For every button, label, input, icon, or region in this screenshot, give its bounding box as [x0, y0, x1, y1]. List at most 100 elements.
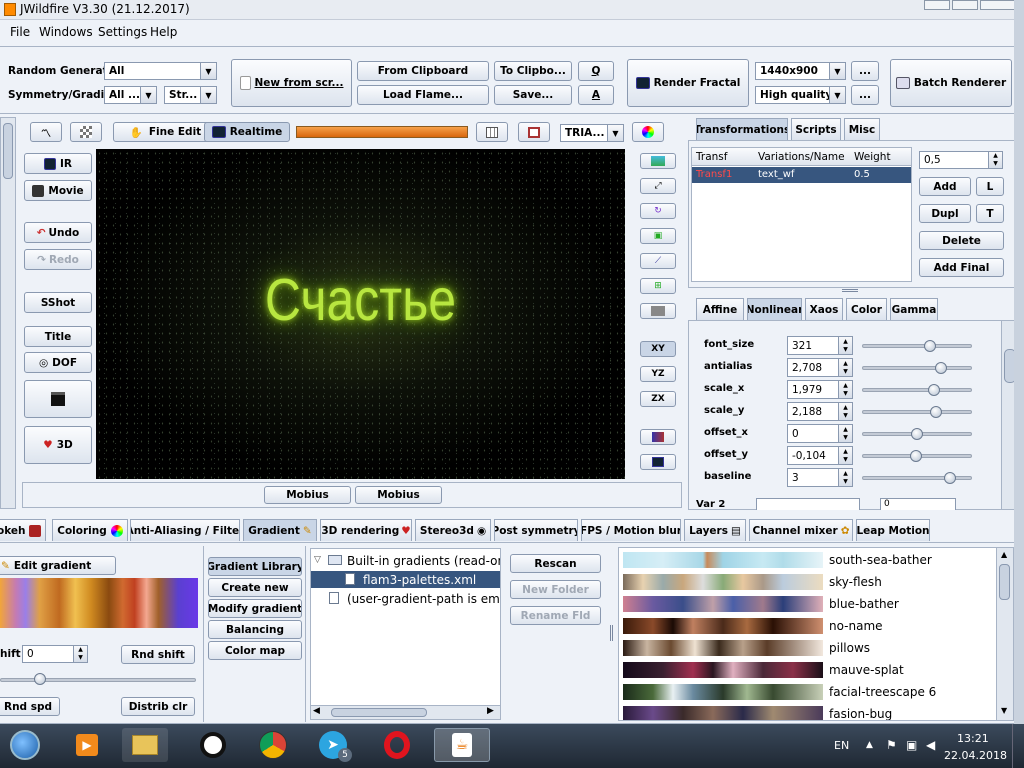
spinner-arrows-icon[interactable]: ▲ ▼ [838, 425, 852, 442]
palette-name[interactable]: no-name [829, 619, 883, 633]
create-new-button[interactable]: Create new [208, 578, 302, 597]
weight-input[interactable]: 0,5 ▲ ▼ [919, 151, 1003, 169]
rename-folder-button[interactable]: Rename Fld [510, 606, 601, 625]
add-final-button[interactable]: Add Final [919, 258, 1004, 277]
q-button[interactable]: Q [578, 61, 614, 81]
fine-edit-button[interactable]: ✋ Fine Edit [113, 122, 218, 142]
tree-hscrollbar[interactable]: ◀ ▶ [311, 705, 500, 719]
opera-taskbar[interactable] [374, 728, 420, 762]
tab-nonlinear[interactable]: Nonlinear [747, 298, 802, 320]
table-view-button[interactable] [476, 122, 508, 142]
tab-bokeh[interactable]: okeh [0, 519, 46, 541]
render-tool[interactable] [640, 454, 676, 470]
spinner-arrows-icon[interactable]: ▲ ▼ [838, 359, 852, 376]
duplicate-button[interactable]: Dupl [919, 204, 971, 223]
tab-3d-rendering[interactable]: 3D rendering ♥ [320, 519, 412, 541]
palette-scrollbar[interactable]: ▲ ▼ [996, 548, 1013, 720]
palette-button[interactable] [632, 122, 664, 142]
clock-time[interactable]: 13:21 [957, 732, 989, 745]
spinner-arrows-icon[interactable]: ▲ ▼ [838, 447, 852, 464]
rescan-button[interactable]: Rescan [510, 554, 601, 573]
java-taskbar[interactable]: ☕ [434, 728, 490, 762]
flame-preview[interactable]: Счастье [96, 149, 625, 479]
rnd-spd-button[interactable]: Rnd spd [0, 697, 60, 716]
network-icon[interactable]: ▣ [906, 738, 917, 752]
palette-swatch[interactable] [623, 684, 823, 700]
3d-button[interactable]: ♥ 3D [24, 426, 92, 464]
scroll-up-icon[interactable]: ▲ [1001, 550, 1007, 559]
left-scrollbar[interactable] [0, 117, 16, 509]
palette-swatch[interactable] [623, 662, 823, 678]
random-generator-select[interactable]: All ▼ [104, 62, 217, 80]
palette-name[interactable]: pillows [829, 641, 870, 655]
palette-name[interactable]: south-sea-bather [829, 553, 932, 567]
movie-button[interactable]: Movie [24, 180, 92, 201]
maximize-button[interactable] [952, 0, 978, 10]
scroll-left-icon[interactable]: ◀ [313, 706, 320, 716]
scroll-thumb[interactable] [3, 123, 13, 179]
screenshot-button[interactable]: SShot [24, 292, 92, 313]
param-input[interactable]: 2,188 ▲ ▼ [787, 402, 853, 421]
balancing-button[interactable]: Balancing [208, 620, 302, 639]
quality-more-button[interactable]: ... [851, 85, 879, 105]
palette-swatch[interactable] [623, 618, 823, 634]
tab-leap-motion[interactable]: Leap Motion [856, 519, 930, 541]
zx-button[interactable]: ZX [640, 391, 676, 407]
spinner-arrows-icon[interactable]: ▲ ▼ [838, 381, 852, 398]
film-button[interactable] [518, 122, 550, 142]
grid-toggle-button[interactable] [70, 122, 102, 142]
chart-icon-button[interactable]: 〽 [30, 122, 62, 142]
tab-channel-mixer[interactable]: Channel mixer ✿ [749, 519, 853, 541]
palette-swatch[interactable] [623, 596, 823, 612]
triangle-mode-select[interactable]: TRIA... ▼ [560, 124, 624, 142]
tab-fps-motion-blur[interactable]: FPS / Motion blur [581, 519, 681, 541]
param-input[interactable]: 2,708 ▲ ▼ [787, 358, 853, 377]
menu-help[interactable]: Help [150, 25, 177, 39]
param-slider-knob[interactable] [909, 450, 922, 462]
shift-slider-track[interactable] [0, 678, 196, 682]
tab-anti-aliasing[interactable]: Anti-Aliasing / Filter [130, 519, 240, 541]
table-row[interactable]: Transf1 text_wf 0.5 [692, 167, 911, 183]
scroll-right-icon[interactable]: ▶ [487, 706, 494, 716]
telegram-taskbar[interactable]: ➤ 5 [310, 728, 356, 762]
tab-transformations[interactable]: Transformations [696, 118, 788, 140]
explorer-taskbar[interactable] [122, 728, 168, 762]
save-button[interactable]: Save... [494, 85, 572, 105]
tab-layers[interactable]: Layers ▤ [684, 519, 746, 541]
param-input[interactable]: 0 ▲ ▼ [787, 424, 853, 443]
menu-windows[interactable]: Windows [39, 25, 93, 39]
tab-misc[interactable]: Misc [844, 118, 880, 140]
menu-file[interactable]: File [10, 25, 30, 39]
yz-button[interactable]: YZ [640, 366, 676, 382]
media-player-taskbar[interactable]: ▶ [64, 728, 110, 762]
palette-name[interactable]: mauve-splat [829, 663, 904, 677]
splitter-handle[interactable] [610, 625, 613, 641]
param-slider-knob[interactable] [944, 472, 956, 484]
param-slider-knob[interactable] [927, 384, 940, 396]
batch-renderer-button[interactable]: Batch Renderer [890, 59, 1012, 107]
realtime-button[interactable]: Realtime [204, 122, 290, 142]
ir-button[interactable]: IR [24, 153, 92, 174]
new-from-screen-button[interactable]: New from scr... [231, 59, 352, 107]
param-slider-track[interactable] [862, 366, 972, 370]
tab-scripts[interactable]: Scripts [791, 118, 841, 140]
splitter-handle[interactable] [842, 289, 858, 292]
undo-button[interactable]: ↶ Undo [24, 222, 92, 243]
tab-coloring[interactable]: Coloring [52, 519, 128, 541]
param-input[interactable]: 3 ▲ ▼ [787, 468, 853, 487]
a-button[interactable]: A [578, 85, 614, 105]
param-slider-track[interactable] [862, 344, 972, 348]
rotate-tool[interactable]: ↻ [640, 203, 676, 219]
symmetry-select[interactable]: All ... ▼ [104, 86, 157, 104]
gradient-strip[interactable] [0, 578, 198, 628]
palette-swatch[interactable] [623, 706, 823, 720]
flag-icon[interactable]: ⚑ [886, 738, 897, 752]
clock-date[interactable]: 22.04.2018 [944, 749, 1007, 762]
new-folder-button[interactable]: New Folder [510, 580, 601, 599]
from-clipboard-button[interactable]: From Clipboard [357, 61, 489, 81]
points-tool[interactable]: ▣ [640, 228, 676, 244]
param-slider-knob[interactable] [911, 428, 923, 440]
load-flame-button[interactable]: Load Flame... [357, 85, 489, 105]
line-tool[interactable]: ⟋ [640, 253, 676, 269]
modify-gradient-button[interactable]: Modify gradient [208, 599, 302, 618]
